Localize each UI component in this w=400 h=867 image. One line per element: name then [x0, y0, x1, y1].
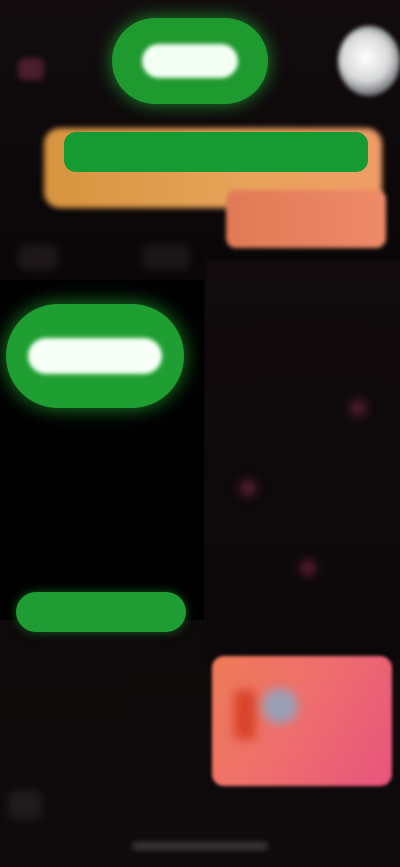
left-secondary-button[interactable]: [16, 592, 186, 632]
bottom-nav-icon[interactable]: [8, 790, 42, 820]
decorative-speck: [240, 480, 256, 496]
photo-accent: [234, 690, 256, 740]
primary-action-button[interactable]: [112, 18, 268, 104]
decorative-speck: [350, 400, 366, 416]
promo-banner-coral-block: [226, 190, 386, 248]
decorative-speck: [300, 560, 316, 576]
primary-action-label: [142, 44, 238, 78]
left-primary-button[interactable]: [6, 304, 184, 408]
photo-subject: [262, 688, 298, 724]
left-primary-button-label: [28, 338, 162, 374]
menu-icon[interactable]: [18, 58, 44, 80]
promo-banner-green-bar[interactable]: [64, 132, 368, 172]
home-indicator[interactable]: [132, 842, 268, 850]
right-panel: [206, 260, 400, 660]
profile-avatar[interactable]: [338, 26, 400, 96]
faint-mid-control[interactable]: [142, 244, 190, 270]
faint-left-control[interactable]: [18, 244, 58, 270]
app-screen: [0, 0, 400, 867]
